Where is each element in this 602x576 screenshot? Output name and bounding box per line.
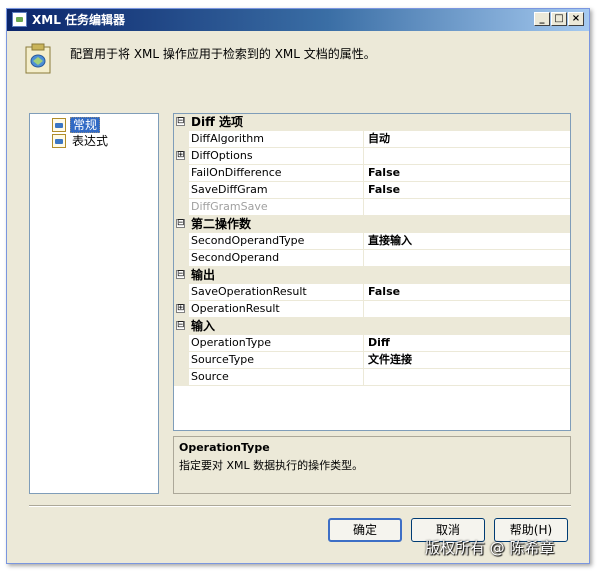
collapse-icon[interactable]: ⊟ (176, 270, 185, 279)
property-value[interactable]: Diff (368, 335, 390, 351)
property-name: DiffAlgorithm (191, 131, 364, 147)
property-name: DiffOptions (191, 148, 364, 164)
xml-document-icon (25, 43, 51, 74)
property-value[interactable]: 直接输入 (368, 233, 412, 249)
ok-button[interactable]: 确定 (328, 518, 402, 542)
category-label: Diff 选项 (191, 115, 243, 129)
expand-icon[interactable]: ⊞ (176, 304, 185, 313)
property-name: SaveDiffGram (191, 182, 364, 198)
description-title: OperationType (179, 441, 270, 454)
nav-item-label: 表达式 (72, 133, 109, 148)
expand-icon[interactable]: ⊞ (176, 151, 185, 160)
maximize-button[interactable]: □ (551, 12, 567, 26)
property-value[interactable]: False (368, 165, 400, 181)
property-value[interactable]: False (368, 182, 400, 198)
property-name: DiffGramSave (191, 199, 364, 215)
category-label: 输出 (191, 268, 216, 282)
collapse-icon[interactable]: ⊟ (176, 219, 185, 228)
property-row-diffalgorithm[interactable]: DiffAlgorithm 自动 (174, 131, 570, 148)
xml-task-editor-window: XML 任务编辑器 _ □ × 配置用于将 XML 操作应用于检索到的 XML … (6, 8, 590, 564)
property-row-failondifference[interactable]: FailOnDifference False (174, 165, 570, 182)
nav-item-expressions[interactable]: 表达式 (52, 133, 110, 148)
window-title: XML 任务编辑器 (32, 13, 126, 27)
page-icon (52, 117, 66, 132)
page-icon (52, 133, 66, 148)
property-name: SecondOperand (191, 250, 364, 266)
collapse-icon[interactable]: ⊟ (176, 117, 185, 126)
property-row-operationresult[interactable]: ⊞ OperationResult (174, 301, 570, 318)
footer-divider (29, 505, 571, 507)
property-row-diffgramsave: DiffGramSave (174, 199, 570, 216)
property-row-operationtype[interactable]: OperationType Diff (174, 335, 570, 352)
property-value[interactable]: False (368, 284, 400, 300)
header-description: 配置用于将 XML 操作应用于检索到的 XML 文档的属性。 (70, 47, 376, 61)
nav-item-label: 常规 (70, 116, 101, 133)
property-row-savediffgram[interactable]: SaveDiffGram False (174, 182, 570, 199)
description-text: 指定要对 XML 数据执行的操作类型。 (179, 459, 364, 472)
nav-item-general[interactable]: 常规 (52, 116, 101, 133)
category-input[interactable]: ⊟ 输入 (174, 318, 570, 335)
category-diff-options[interactable]: ⊟ Diff 选项 (174, 114, 570, 131)
property-value[interactable]: 自动 (368, 131, 390, 147)
property-row-sourcetype[interactable]: SourceType 文件连接 (174, 352, 570, 369)
property-row-diffoptions[interactable]: ⊞ DiffOptions (174, 148, 570, 165)
nav-tree[interactable]: 常规 表达式 (29, 113, 159, 494)
property-description-panel: OperationType 指定要对 XML 数据执行的操作类型。 (173, 436, 571, 494)
copyright-watermark: 版权所有 @ 陈希章 (425, 539, 555, 557)
category-label: 输入 (191, 319, 216, 333)
property-name: OperationType (191, 335, 364, 351)
minimize-button[interactable]: _ (534, 12, 550, 26)
property-name: SourceType (191, 352, 364, 368)
property-grid[interactable]: ⊟ Diff 选项 DiffAlgorithm 自动 ⊞ DiffOptions… (173, 113, 571, 431)
category-second-operand[interactable]: ⊟ 第二操作数 (174, 216, 570, 233)
xml-task-app-icon (12, 12, 27, 27)
property-value[interactable]: 文件连接 (368, 352, 412, 368)
property-row-secondoperandtype[interactable]: SecondOperandType 直接输入 (174, 233, 570, 250)
property-row-saveoperationresult[interactable]: SaveOperationResult False (174, 284, 570, 301)
close-button[interactable]: × (568, 12, 584, 26)
property-name: SecondOperandType (191, 233, 364, 249)
property-name: Source (191, 369, 364, 385)
collapse-icon[interactable]: ⊟ (176, 321, 185, 330)
property-name: OperationResult (191, 301, 364, 317)
category-output[interactable]: ⊟ 输出 (174, 267, 570, 284)
title-bar[interactable]: XML 任务编辑器 _ □ × (7, 9, 589, 31)
category-label: 第二操作数 (191, 217, 252, 231)
property-row-source[interactable]: Source (174, 369, 570, 386)
property-row-secondoperand[interactable]: SecondOperand (174, 250, 570, 267)
property-name: SaveOperationResult (191, 284, 364, 300)
property-name: FailOnDifference (191, 165, 364, 181)
